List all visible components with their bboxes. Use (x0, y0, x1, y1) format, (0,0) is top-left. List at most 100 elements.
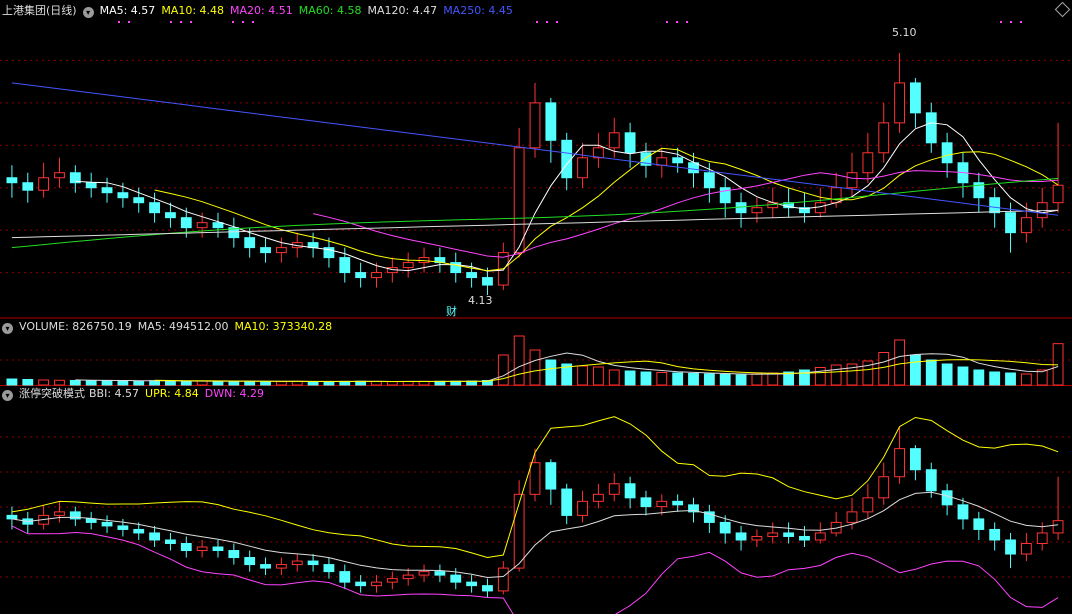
indicator-candle-body (165, 539, 176, 544)
indicator-candle-body (418, 571, 430, 576)
signal-marker (170, 21, 172, 23)
volume-panel-header: ▾ VOLUME: 826750.19 MA5: 494512.00 MA10: 37… (2, 319, 338, 335)
dropdown-icon[interactable]: ▾ (2, 390, 13, 401)
candle-body (608, 132, 620, 149)
indicator-candle-body (814, 532, 826, 541)
indicator-candle-body (719, 521, 731, 534)
bbi-line (11, 491, 1059, 579)
indicator-candle-body (561, 488, 573, 516)
indicator-candle-body (624, 483, 636, 499)
indicator-candle-body (434, 571, 446, 576)
high-price-label: 5.10 (892, 26, 917, 39)
candle-body (117, 192, 129, 199)
finance-marker[interactable]: 财 (446, 303, 457, 319)
indicator-candle-body (989, 528, 1001, 541)
indicator-candle-body (894, 448, 905, 478)
volume-bar (307, 381, 319, 386)
bbi-label: BBI: 4.57 (89, 387, 140, 400)
candle-body (244, 237, 256, 249)
volume-bar (545, 359, 557, 386)
volume-bar (38, 379, 50, 386)
candle-body (814, 202, 826, 214)
candle-body (339, 257, 351, 274)
indicator-candle-body (973, 518, 985, 530)
volume-bar (497, 354, 509, 386)
indicator-candle-body (592, 493, 604, 502)
volume-bar (577, 365, 588, 386)
dropdown-icon[interactable]: ▾ (82, 7, 94, 18)
candle-body (212, 222, 224, 229)
indicator-candle-body (941, 490, 953, 506)
indicator-candle-body (244, 557, 256, 566)
indicator-candle-body (1052, 520, 1064, 534)
indicator-candle-body (212, 546, 224, 552)
volume-bar (180, 380, 192, 386)
candle-body (355, 272, 367, 279)
signal-marker (686, 21, 688, 23)
volume-bar (228, 380, 240, 386)
candle-body (196, 222, 208, 229)
volume-bar (69, 380, 81, 386)
candle-body (925, 112, 937, 144)
indicator-candle-body (672, 500, 684, 506)
dropdown-icon[interactable]: ▾ (2, 323, 13, 334)
candle-body (624, 132, 636, 154)
indicator-candle-body (497, 567, 509, 592)
signal-marker (1010, 21, 1012, 23)
candle-body (989, 197, 1001, 214)
candle-body (149, 202, 160, 214)
indicator-candle-body (862, 497, 874, 513)
volume-bar (608, 369, 620, 386)
volume-bar (878, 352, 890, 386)
indicator-title: 涨停突破模式 (19, 387, 85, 400)
signal-marker (118, 21, 120, 23)
signal-marker (546, 21, 548, 23)
price-panel-title: 上港集团(日线) (2, 4, 77, 17)
volume-bar (6, 378, 18, 386)
candle-body (101, 187, 113, 194)
dwn-label: DWN: 4.29 (204, 387, 265, 400)
chart-svg (0, 21, 1072, 614)
indicator-candle-body (291, 560, 303, 566)
volume-bar (735, 374, 747, 386)
indicator-candle-body (910, 448, 921, 471)
volume-bar (973, 369, 985, 386)
volume-bar (212, 381, 224, 386)
ma10-line (154, 147, 1059, 272)
volume-bar (1020, 373, 1032, 386)
candle-body (703, 172, 715, 189)
volume-bar (719, 374, 731, 386)
indicator-candle-body (529, 462, 541, 495)
volume-bar (101, 380, 113, 386)
candle-body (878, 122, 890, 154)
indicator-candle-body (307, 560, 319, 566)
signal-marker (556, 21, 558, 23)
ma20-line (312, 170, 1059, 258)
volume-bar (149, 380, 160, 386)
stock-chart-window: 上港集团(日线) ▾ MA5: 4.57 MA10: 4.48 MA20: 4.51 MA… (0, 0, 1072, 614)
candle-body (751, 207, 763, 214)
indicator-candle-body (482, 585, 493, 592)
volume-bar (1005, 372, 1016, 386)
volume-bar (941, 363, 953, 386)
candle-body (846, 172, 858, 189)
indicator-candle-body (656, 500, 668, 508)
volume-bar (260, 381, 271, 386)
candle-body (894, 82, 905, 124)
volume-bar (386, 381, 398, 386)
ma250-label: MA250: 4.45 (443, 4, 513, 17)
candle-body (830, 187, 842, 204)
candle-body (165, 212, 176, 219)
candle-body (133, 197, 145, 204)
candle-body (22, 182, 34, 191)
volume-bar (672, 372, 684, 386)
candle-body (371, 272, 382, 279)
volume-bar (925, 359, 937, 386)
indicator-candle-body (1036, 532, 1048, 544)
signal-marker (190, 21, 192, 23)
indicator-candle-body (466, 581, 478, 587)
signal-marker (676, 21, 678, 23)
signal-marker (536, 21, 538, 23)
volume-bar (640, 371, 652, 386)
indicator-candle-body (54, 511, 65, 516)
